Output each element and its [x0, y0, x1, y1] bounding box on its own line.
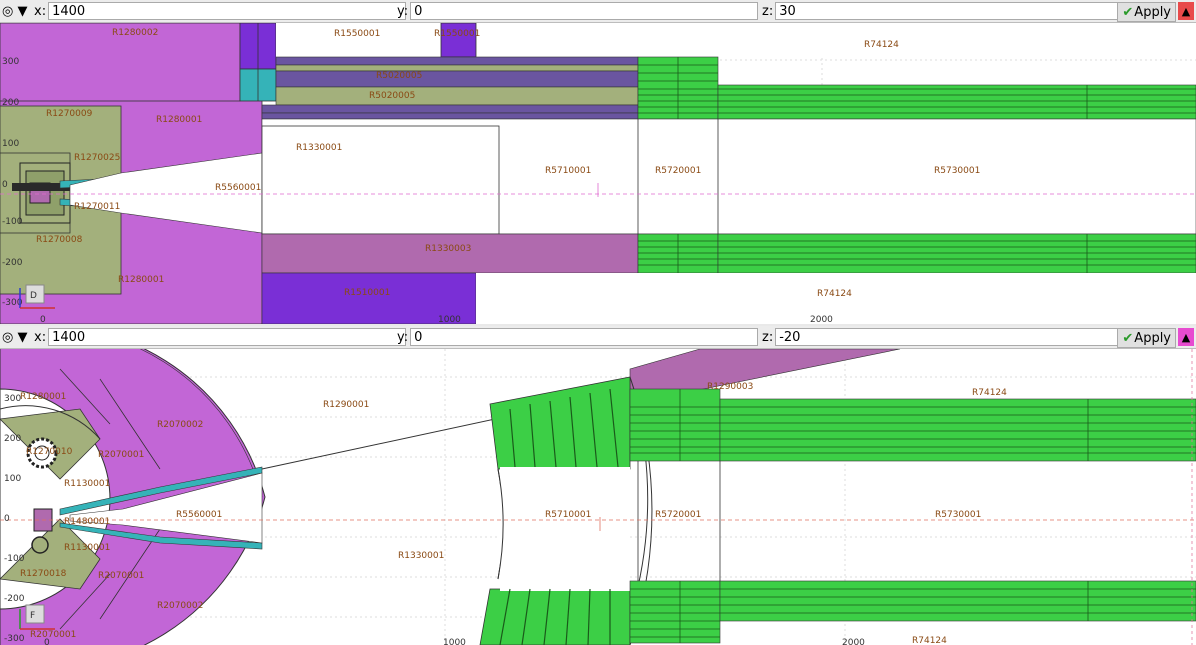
y-input[interactable]: [410, 2, 759, 20]
label-r1480001: R1480001: [64, 517, 110, 527]
label-r1280002: R1280002: [112, 28, 158, 38]
label-r1280001b: R1280001: [118, 275, 164, 285]
label-r2070001a: R2070001: [98, 450, 144, 460]
apply-label: Apply: [1134, 330, 1171, 346]
apply-button[interactable]: ✔ Apply: [1117, 2, 1176, 22]
label-r5560001: R5560001: [176, 510, 222, 520]
bottom-geometry-view[interactable]: R1280001 R1290001 R1290003 R74124 R20700…: [0, 349, 1196, 645]
label-r5720001: R5720001: [655, 510, 701, 520]
label-r1330003: R1330003: [425, 244, 471, 254]
label-r1550001b: R1550001: [434, 29, 480, 39]
label-r1270025: R1270025: [74, 153, 120, 163]
y-input[interactable]: [410, 328, 759, 346]
warning-triangle-icon[interactable]: ▲: [1178, 328, 1194, 346]
z-label: z:: [762, 3, 774, 19]
label-r1280001: R1280001: [20, 392, 66, 402]
bottom-mode-controls[interactable]: ◎ ▼: [2, 326, 27, 348]
axis-ym300: -300: [4, 634, 25, 644]
label-r74124a: R74124: [972, 388, 1007, 398]
label-r1130001a: R1130001: [64, 479, 110, 489]
label-r1330001: R1330001: [398, 551, 444, 561]
label-r5720001: R5720001: [655, 166, 701, 176]
label-r5710001: R5710001: [545, 166, 591, 176]
checkmark-icon: ✔: [1122, 330, 1134, 346]
axis-y0: 0: [4, 514, 10, 524]
checkmark-icon: ✔: [1122, 4, 1134, 20]
label-r1330001: R1330001: [296, 143, 342, 153]
label-r1510001: R1510001: [344, 288, 390, 298]
label-r5020005a: R5020005: [376, 71, 422, 81]
bottom-toolbar: ◎ ▼ x: y: z: ✔ Apply ▲: [0, 326, 1196, 349]
axis-x1000: 1000: [443, 638, 466, 645]
x-input[interactable]: [48, 2, 407, 20]
svg-text:D: D: [30, 291, 37, 301]
axis-x0: 0: [40, 315, 46, 324]
top-geometry-view[interactable]: R1280002 R1550001 R1550001 R74124 R50200…: [0, 23, 1196, 324]
axis-ym200: -200: [2, 258, 23, 268]
label-r1280001: R1280001: [156, 115, 202, 125]
x-input[interactable]: [48, 328, 407, 346]
axis-y0: 0: [2, 180, 8, 190]
view-mode-icon[interactable]: ◎ ▼: [2, 330, 27, 345]
label-r74124b: R74124: [817, 289, 852, 299]
label-r1270011: R1270011: [74, 202, 120, 212]
top-toolbar: ◎ ▼ x: y: z: ✔ Apply ▲: [0, 0, 1196, 23]
label-r74124a: R74124: [864, 40, 899, 50]
apply-label: Apply: [1134, 4, 1171, 20]
label-r1130001b: R1130001: [64, 543, 110, 553]
x-label: x:: [34, 329, 47, 345]
label-r2070001b: R2070001: [98, 571, 144, 581]
axis-x2000: 2000: [842, 638, 865, 645]
axis-x2000: 2000: [810, 315, 833, 324]
axis-ym200: -200: [4, 594, 25, 604]
label-r1270018: R1270018: [20, 569, 67, 579]
label-r5710001: R5710001: [545, 510, 591, 520]
label-r5020005: R5020005: [369, 91, 415, 101]
axis-y200: 200: [4, 434, 21, 444]
axis-y100: 100: [4, 474, 21, 484]
label-r2070002a: R2070002: [157, 420, 203, 430]
label-r1550001: R1550001: [334, 29, 380, 39]
y-label: y:: [397, 3, 409, 19]
label-r2070002b: R2070002: [157, 601, 203, 611]
axis-y100: 100: [2, 139, 19, 149]
label-r5730001: R5730001: [934, 166, 980, 176]
z-label: z:: [762, 329, 774, 345]
top-viewer-panel: ◎ ▼ x: y: z: ✔ Apply ▲: [0, 0, 1196, 324]
apply-button[interactable]: ✔ Apply: [1117, 328, 1176, 348]
axis-y300: 300: [4, 394, 21, 404]
label-r5730001: R5730001: [935, 510, 981, 520]
label-r1270009: R1270009: [46, 109, 93, 119]
label-r74124b: R74124: [912, 636, 947, 645]
bottom-viewer-panel: ◎ ▼ x: y: z: ✔ Apply ▲: [0, 326, 1196, 645]
x-label: x:: [34, 3, 47, 19]
label-r2070001c: R2070001: [30, 630, 76, 640]
label-r1270010: R1270010: [26, 447, 73, 457]
z-input[interactable]: [775, 2, 1124, 20]
label-r5560001: R5560001: [215, 183, 261, 193]
label-r1290003: R1290003: [707, 382, 753, 392]
axis-ym100: -100: [4, 554, 25, 564]
view-mode-icon[interactable]: ◎ ▼: [2, 4, 27, 19]
axis-ym100: -100: [2, 217, 23, 227]
label-r1270008: R1270008: [36, 235, 83, 245]
svg-text:F: F: [30, 611, 35, 621]
error-triangle-icon[interactable]: ▲: [1178, 2, 1194, 20]
axis-x0: 0: [44, 638, 50, 645]
y-label: y:: [397, 329, 409, 345]
axis-x1000: 1000: [438, 315, 461, 324]
axis-y200: 200: [2, 98, 19, 108]
label-r1290001: R1290001: [323, 400, 369, 410]
z-input[interactable]: [775, 328, 1124, 346]
top-mode-controls[interactable]: ◎ ▼: [2, 0, 27, 22]
axis-y300: 300: [2, 57, 19, 67]
